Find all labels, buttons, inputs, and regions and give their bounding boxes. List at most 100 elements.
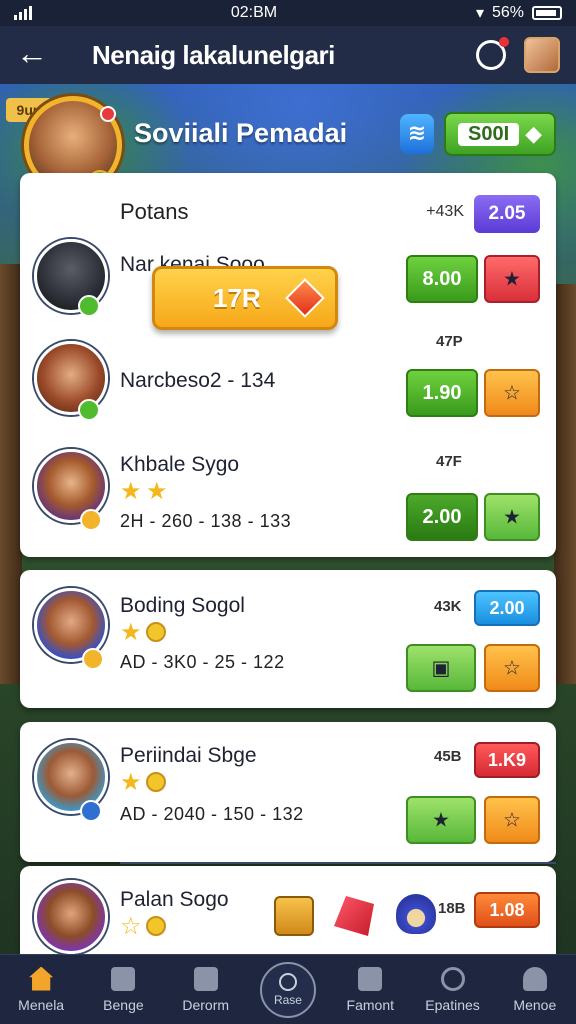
coin-icon (146, 622, 166, 642)
page-title: Nenaig lakalunelgari (92, 39, 335, 70)
green-reward-button[interactable]: ▣ (406, 644, 476, 692)
purple-score-button[interactable]: 2.05 (474, 195, 540, 233)
profile-avatar[interactable] (524, 37, 560, 73)
star-icon: ★ (432, 809, 450, 832)
coin-icon (146, 916, 166, 936)
star-icon: ★ (146, 478, 168, 505)
green-value-button[interactable]: 1.90 (406, 369, 478, 417)
badge-icon (80, 509, 102, 531)
nav-item-epatines[interactable]: Epatines (412, 966, 494, 1013)
plus-arrow-icon: ◆ (525, 121, 542, 146)
nav-label: Derorm (182, 996, 230, 1013)
red-reward-button[interactable]: ★ (484, 255, 540, 303)
tree-trunk-left (0, 264, 22, 684)
currency-value: S00I (458, 122, 520, 146)
star-icon: ★ (120, 769, 142, 796)
chest-icon: ▣ (431, 657, 451, 680)
badge-icon (78, 295, 100, 317)
row-stats: 2H - 260 - 138 - 133 (120, 511, 292, 531)
green-reward-button[interactable]: ★ (406, 796, 476, 844)
row-tag: 47F (436, 453, 462, 470)
orange-reward-button[interactable]: ☆ (484, 644, 540, 692)
chest-icon[interactable] (274, 896, 314, 936)
star-icon: ★ (503, 506, 521, 529)
star-icon: ★ (120, 619, 142, 646)
person-icon (522, 966, 547, 991)
section-divider (120, 862, 556, 864)
star-icon: ☆ (503, 657, 521, 680)
star-icon: ☆ (120, 913, 142, 940)
nav-label: Famont (346, 996, 394, 1013)
row-name: Khbale Sygo (120, 453, 240, 476)
card-heading: Potans (120, 199, 189, 224)
tree-trunk-right (554, 284, 576, 684)
row-stats: AD - 2040 - 150 - 132 (120, 804, 304, 824)
wifi-icon: ▾ (475, 5, 484, 22)
red-score-button[interactable]: 1.K9 (474, 742, 540, 778)
player-name: Soviiali Pemadai (134, 118, 348, 148)
nav-label: Epatines (425, 996, 480, 1013)
status-time: 02:BM (230, 4, 278, 21)
battery-icon (532, 6, 562, 20)
green-value-button[interactable]: 8.00 (406, 255, 478, 303)
star-rating: ★ (120, 769, 166, 796)
ranking-card: Periindai Sbge ★ AD - 2040 - 150 - 132 4… (20, 722, 556, 862)
orange-reward-button[interactable]: ☆ (484, 796, 540, 844)
nav-item-derorm[interactable]: Derorm (165, 966, 247, 1013)
row-value: 18B (438, 900, 466, 917)
orange-reward-button[interactable]: ☆ (484, 369, 540, 417)
gem-icon (285, 278, 325, 318)
nav-item-rase[interactable]: Rase (247, 961, 329, 1018)
star-rating: ☆ (120, 913, 166, 940)
badge-icon (80, 800, 102, 822)
nav-label: Rase (273, 992, 302, 1007)
row-name: Narcbeso2 - 134 (120, 369, 276, 392)
gamepad-icon (358, 966, 383, 991)
nav-label: Menoe (513, 996, 557, 1013)
star-rating: ★ (120, 619, 166, 646)
reward-popup-button[interactable]: 17R (152, 266, 338, 330)
heading-value: +43K (426, 203, 464, 220)
nav-item-menoe[interactable]: Menoe (494, 966, 576, 1013)
nav-label: Menela (18, 996, 65, 1013)
green-value-button[interactable]: 2.00 (406, 493, 478, 541)
notification-target-icon[interactable] (476, 37, 509, 70)
row-tag: 47P (436, 333, 463, 350)
nav-label: Benge (103, 996, 144, 1013)
nav-item-famont[interactable]: Famont (329, 966, 411, 1013)
status-bar: 02:BM ▾ 56% (0, 0, 576, 26)
timer-icon (278, 972, 297, 991)
back-arrow-icon[interactable]: ← (16, 37, 52, 73)
star-rating: ★ ★ (120, 478, 168, 505)
shield-icon (193, 966, 218, 991)
hood-character-icon[interactable] (396, 894, 436, 934)
home-icon (29, 966, 54, 991)
blue-score-button[interactable]: 2.00 (474, 590, 540, 626)
star-icon: ★ (503, 268, 521, 291)
battery-percent: 56% (491, 4, 524, 21)
star-icon: ☆ (503, 809, 521, 832)
star-icon: ☆ (503, 382, 521, 405)
app-header: ← Nenaig lakalunelgari (0, 26, 576, 84)
ranking-card: Boding Sogol ★ AD - 3K0 - 25 - 122 43K 2… (20, 570, 556, 708)
row-stats: AD - 3K0 - 25 - 122 (120, 652, 285, 672)
signal-icon (14, 6, 32, 20)
nav-item-menela[interactable]: Menela (0, 966, 82, 1013)
shield-icon[interactable]: ≋ (400, 114, 434, 154)
row-value: 43K (434, 598, 462, 615)
row-name: Palan Sogo (120, 888, 229, 911)
row-avatar[interactable] (34, 880, 108, 954)
target-icon (440, 966, 465, 991)
alert-dot (100, 106, 116, 122)
row-name: Boding Sogol (120, 594, 245, 617)
nav-item-benge[interactable]: Benge (82, 966, 164, 1013)
center-nav-button[interactable]: Rase (259, 961, 316, 1018)
red-crystal-icon[interactable] (334, 896, 374, 936)
green-reward-button[interactable]: ★ (484, 493, 540, 541)
orange-score-button[interactable]: 1.08 (474, 892, 540, 928)
badge-icon (82, 648, 104, 670)
row-name: Periindai Sbge (120, 744, 257, 767)
currency-button[interactable]: S00I ◆ (444, 112, 556, 156)
star-icon: ★ (120, 478, 142, 505)
badge-icon (78, 399, 100, 421)
